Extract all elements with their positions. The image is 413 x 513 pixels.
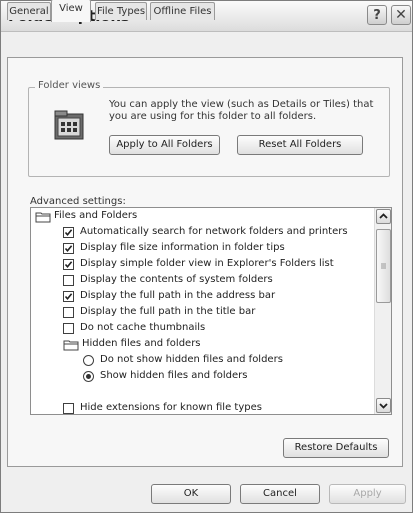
restore-defaults-button[interactable]: Restore Defaults: [283, 438, 389, 458]
scroll-down-button[interactable]: [376, 398, 391, 413]
list-item: Hidden files and folders: [82, 338, 201, 349]
tab-view[interactable]: View: [51, 0, 91, 22]
list-item[interactable]: Display the full path in the title bar: [80, 304, 255, 320]
list-item[interactable]: Display simple folder view in Explorer's…: [80, 256, 334, 272]
list-item[interactable]: Hide extensions for known file types: [80, 400, 262, 414]
list-item[interactable]: Display file size information in folder …: [80, 240, 285, 256]
grip-icon: [381, 263, 386, 269]
checkbox[interactable]: [63, 403, 74, 414]
reset-all-folders-button[interactable]: Reset All Folders: [237, 135, 363, 155]
scroll-up-button[interactable]: [376, 209, 391, 224]
advanced-settings-label: Advanced settings:: [30, 196, 126, 207]
vertical-scrollbar[interactable]: [374, 208, 391, 414]
list-item[interactable]: Do not show hidden files and folders: [100, 352, 283, 368]
advanced-settings-list[interactable]: Files and Folders Automatically search f…: [30, 207, 392, 415]
list-item[interactable]: Show hidden files and folders: [100, 368, 248, 384]
checkbox[interactable]: [63, 323, 74, 334]
radio-button[interactable]: [83, 371, 94, 382]
scroll-thumb[interactable]: [376, 229, 391, 303]
chevron-up-icon: [379, 213, 388, 219]
folder-view-icon: [54, 110, 84, 140]
help-button[interactable]: ?: [367, 5, 387, 25]
list-item[interactable]: Display the contents of system folders: [80, 272, 273, 288]
list-item[interactable]: Do not cache thumbnails: [80, 320, 205, 336]
checkbox[interactable]: [63, 291, 74, 302]
folder-views-legend: Folder views: [35, 80, 104, 91]
chevron-down-icon: [379, 403, 388, 409]
checkbox[interactable]: [63, 307, 74, 318]
close-button[interactable]: ✕: [391, 5, 411, 25]
checkbox[interactable]: [63, 243, 74, 254]
folder-icon: [63, 340, 79, 351]
ok-button[interactable]: OK: [151, 484, 231, 504]
list-item[interactable]: Automatically search for network folders…: [80, 224, 348, 240]
list-item[interactable]: Display the full path in the address bar: [80, 288, 275, 304]
folder-icon: [35, 212, 51, 223]
tab-offline-files[interactable]: Offline Files: [150, 2, 215, 20]
checkbox[interactable]: [63, 227, 74, 238]
apply-to-all-folders-button[interactable]: Apply to All Folders: [109, 135, 220, 155]
folder-views-description: You can apply the view (such as Details …: [109, 99, 374, 122]
apply-button[interactable]: Apply: [329, 484, 406, 504]
list-item: Files and Folders: [54, 210, 138, 221]
checkbox[interactable]: [63, 259, 74, 270]
tab-general[interactable]: General: [7, 2, 51, 20]
radio-button[interactable]: [83, 355, 94, 366]
checkbox[interactable]: [63, 275, 74, 286]
tab-file-types[interactable]: File Types: [95, 2, 147, 20]
cancel-button[interactable]: Cancel: [240, 484, 320, 504]
